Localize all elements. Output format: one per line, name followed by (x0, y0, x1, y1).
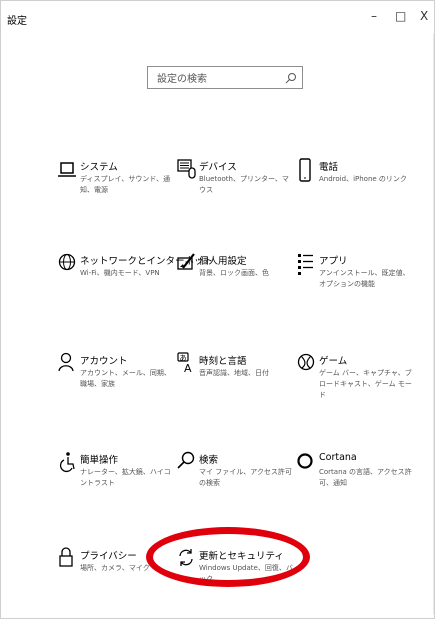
maximize-button[interactable]: □ (395, 9, 406, 23)
tile-description: Bluetooth、プリンター、マウス (199, 175, 289, 194)
search-icon (285, 73, 296, 84)
tile-title: 時刻と言語 (199, 356, 247, 367)
tile-title: 個人用設定 (199, 256, 247, 267)
globe-icon (58, 253, 76, 271)
tile-description: アカウント、メール、同期、職場、家族 (80, 369, 171, 388)
tile-title: プライバシー (80, 551, 137, 562)
tile-devices[interactable]: デバイス Bluetooth、プリンター、マウス (177, 158, 295, 214)
tile-title: システム (80, 162, 118, 173)
tile-title: アカウント (80, 356, 128, 367)
tile-title: 検索 (199, 455, 219, 466)
tile-update-security[interactable]: 更新とセキュリティ Windows Update、回復、バック (177, 547, 295, 603)
tile-search[interactable]: 検索 マイ ファイル、アクセス許可の検索 (177, 451, 295, 507)
tile-description: 背景、ロック画面、色 (199, 269, 269, 277)
tile-network-internet[interactable]: ネットワークとインターネット Wi-Fi、機内モード、VPN (58, 252, 213, 308)
tile-description: Android、iPhone のリンク (319, 175, 407, 183)
tile-gaming[interactable]: ゲーム ゲーム バー、キャプチャ、ブロードキャスト、ゲーム モード (297, 352, 415, 408)
svg-text:A: A (184, 362, 192, 375)
minimize-button[interactable]: – (371, 9, 377, 23)
tile-description: ディスプレイ、サウンド、通知、電源 (80, 175, 171, 194)
cortana-icon (297, 453, 313, 469)
search-input[interactable] (148, 69, 283, 90)
lock-icon (59, 547, 73, 567)
tile-description: 音声認識、地域、日付 (199, 369, 269, 377)
tile-title: ゲーム (319, 356, 348, 367)
tile-description: アンインストール、既定値、オプションの機能 (319, 269, 410, 288)
keyboard-icon (177, 159, 196, 179)
close-button[interactable]: X (420, 9, 428, 23)
time-language-icon: あ A (177, 352, 192, 375)
tile-accounts[interactable]: アカウント アカウント、メール、同期、職場、家族 (58, 352, 176, 408)
tile-description: 場所、カメラ、マイク (80, 564, 150, 572)
person-icon (58, 352, 74, 372)
scrollbar-track[interactable] (433, 34, 434, 614)
tile-title: 電話 (319, 162, 339, 173)
tile-apps[interactable]: アプリ アンインストール、既定値、オプションの機能 (297, 252, 415, 308)
tile-title: アプリ (319, 256, 348, 267)
tile-title: 更新とセキュリティ (199, 551, 284, 562)
search-icon (177, 451, 195, 469)
tile-title: Cortana (319, 452, 357, 463)
tile-description: マイ ファイル、アクセス許可の検索 (199, 468, 292, 487)
window-title: 設定 (7, 16, 27, 27)
update-icon (179, 549, 193, 566)
xbox-icon (297, 353, 315, 371)
personalize-icon (177, 253, 195, 270)
tile-cortana[interactable]: Cortana Cortana の言語、アクセス許可、通知 (297, 451, 415, 507)
tile-description: ゲーム バー、キャプチャ、ブロードキャスト、ゲーム モード (319, 369, 412, 399)
settings-search-box[interactable] (147, 66, 303, 90)
title-bar: 設定 – □ X (0, 0, 437, 32)
tile-system[interactable]: システム ディスプレイ、サウンド、通知、電源 (58, 158, 176, 214)
apps-list-icon (298, 254, 313, 275)
ease-of-access-icon (60, 452, 75, 472)
laptop-icon (58, 162, 76, 177)
tile-description: ナレーター、拡大鏡、ハイコントラスト (80, 468, 171, 487)
tile-privacy[interactable]: プライバシー 場所、カメラ、マイク (58, 547, 176, 603)
tile-personalization[interactable]: 個人用設定 背景、ロック画面、色 (177, 252, 295, 308)
tile-title: 簡単操作 (80, 455, 119, 466)
tile-description: Cortana の言語、アクセス許可、通知 (319, 468, 412, 487)
phone-icon (299, 158, 311, 182)
settings-window (0, 0, 435, 619)
tile-description: Windows Update、回復、バック (199, 564, 293, 583)
tile-description: Wi-Fi、機内モード、VPN (80, 269, 160, 277)
tile-ease-of-access[interactable]: 簡単操作 ナレーター、拡大鏡、ハイコントラスト (58, 451, 176, 507)
tile-time-language[interactable]: あ A 時刻と言語 音声認識、地域、日付 (177, 352, 295, 408)
svg-text:あ: あ (180, 354, 187, 362)
tile-phone[interactable]: 電話 Android、iPhone のリンク (297, 158, 415, 214)
tile-title: デバイス (199, 162, 237, 173)
